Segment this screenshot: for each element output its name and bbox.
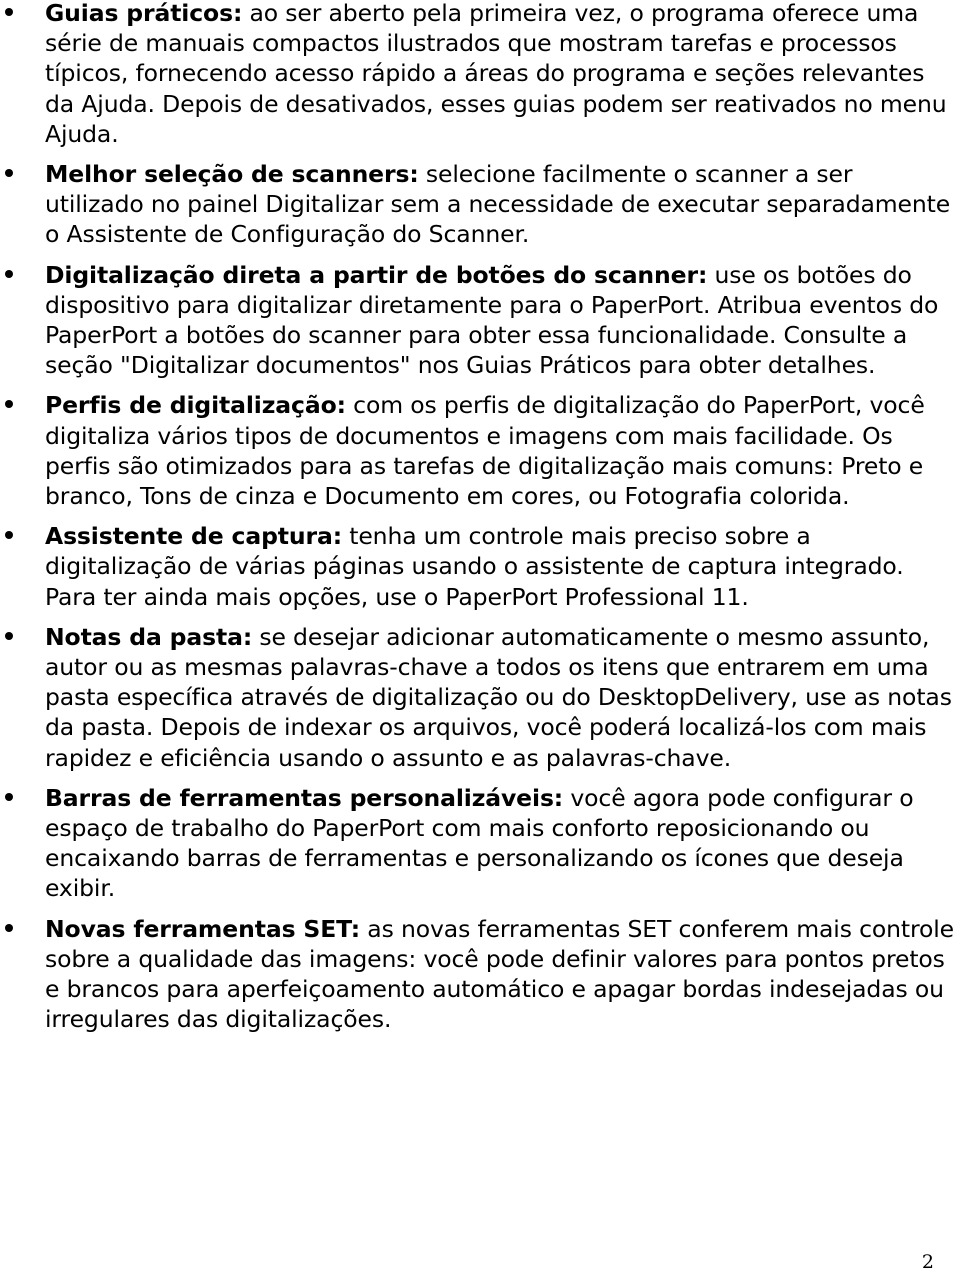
bullet-dot-icon — [5, 269, 13, 278]
list-item-lead: Guias práticos: — [45, 0, 243, 27]
list-item-lead: Melhor seleção de scanners: — [45, 160, 419, 189]
list-item: Melhor seleção de scanners: selecione fa… — [0, 159, 960, 250]
list-item-lead: Novas ferramentas SET: — [45, 914, 361, 943]
list-item: Novas ferramentas SET: as novas ferramen… — [0, 914, 960, 1035]
list-item: Perfis de digitalização: com os perfis d… — [0, 390, 960, 511]
document-page: Guias práticos: ao ser aberto pela prime… — [0, 0, 960, 1280]
list-item-lead: Assistente de captura: — [45, 522, 342, 551]
list-item-lead: Perfis de digitalização: — [45, 391, 346, 420]
bullet-dot-icon — [5, 400, 13, 409]
bullet-dot-icon — [5, 923, 13, 932]
feature-bullet-list: Guias práticos: ao ser aberto pela prime… — [0, 0, 960, 1035]
list-item-lead: Digitalização direta a partir de botões … — [45, 260, 708, 289]
list-item-lead: Barras de ferramentas personalizáveis: — [45, 783, 564, 812]
list-item: Notas da pasta: se desejar adicionar aut… — [0, 622, 960, 773]
page-content: Guias práticos: ao ser aberto pela prime… — [0, 0, 960, 1035]
bullet-dot-icon — [5, 631, 13, 640]
list-item: Assistente de captura: tenha um controle… — [0, 521, 960, 612]
bullet-dot-icon — [5, 169, 13, 178]
list-item: Guias práticos: ao ser aberto pela prime… — [0, 0, 960, 149]
bullet-dot-icon — [5, 8, 13, 16]
list-item: Barras de ferramentas personalizáveis: v… — [0, 783, 960, 904]
list-item-lead: Notas da pasta: — [45, 622, 253, 651]
list-item: Digitalização direta a partir de botões … — [0, 260, 960, 381]
bullet-dot-icon — [5, 531, 13, 540]
bullet-dot-icon — [5, 792, 13, 801]
page-number: 2 — [921, 1251, 934, 1273]
